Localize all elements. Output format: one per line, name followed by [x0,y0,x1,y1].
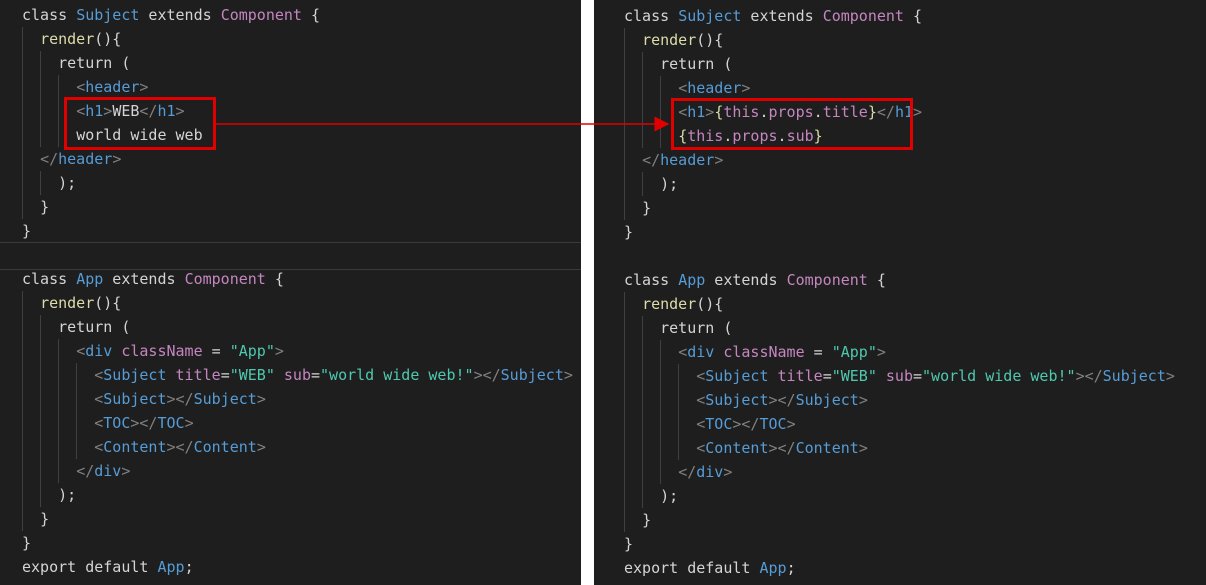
comparison-screenshot: class Subject extends Component { render… [0,0,1206,585]
arrow-connector [216,116,670,132]
